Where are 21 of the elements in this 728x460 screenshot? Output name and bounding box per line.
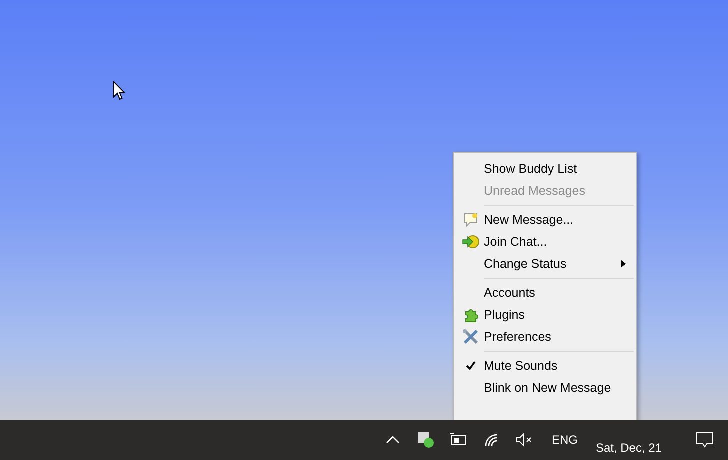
date-label[interactable]: Sat, Dec, 21 bbox=[596, 439, 662, 457]
language-indicator[interactable]: ENG bbox=[552, 431, 578, 449]
message-icon bbox=[463, 212, 479, 228]
mouse-pointer-icon bbox=[113, 81, 126, 101]
chevron-up-icon[interactable] bbox=[386, 435, 400, 445]
menu-item[interactable]: Accounts bbox=[454, 282, 636, 304]
menu-item[interactable]: Mute Sounds bbox=[454, 355, 636, 377]
speaker-muted-icon[interactable] bbox=[516, 433, 534, 447]
menu-item[interactable]: Blink on New Message bbox=[454, 377, 636, 399]
menu-item[interactable]: New Message... bbox=[454, 209, 636, 231]
menu-item[interactable]: Join Chat... bbox=[454, 231, 636, 253]
menu-item[interactable]: Preferences bbox=[454, 326, 636, 348]
menu-item[interactable]: Show Buddy List bbox=[454, 158, 636, 180]
menu-item[interactable]: Change Status bbox=[454, 253, 636, 275]
notifications-icon[interactable] bbox=[696, 432, 714, 448]
puzzle-icon bbox=[463, 307, 479, 323]
tools-icon bbox=[462, 329, 480, 345]
battery-icon[interactable] bbox=[449, 433, 470, 447]
messenger-icon[interactable] bbox=[417, 431, 436, 449]
arrow-icon bbox=[462, 234, 480, 250]
menu-item[interactable]: Plugins bbox=[454, 304, 636, 326]
